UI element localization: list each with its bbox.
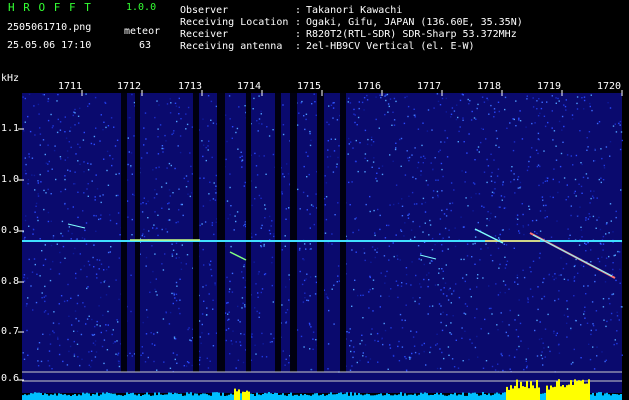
x-tick-label: 1716 <box>357 81 382 92</box>
location-value: Ogaki, Gifu, JAPAN (136.60E, 35.35N) <box>306 17 523 28</box>
antenna-value: 2el-HB9CV Vertical (el. E-W) <box>306 41 475 52</box>
y-unit-label: kHz <box>1 73 20 84</box>
colon: : <box>295 41 302 52</box>
x-tick-label: 1715 <box>297 81 322 92</box>
x-tick-label: 1711 <box>58 81 83 92</box>
spectrogram-canvas <box>18 90 623 400</box>
receiver-label: Receiver <box>180 29 229 40</box>
y-tick-label: 0.9 <box>1 225 20 236</box>
y-tick-label: 0.7 <box>1 326 20 337</box>
x-tick-label: 1714 <box>237 81 262 92</box>
y-tick-label: 1.0 <box>1 174 20 185</box>
gap-band <box>217 93 225 372</box>
gap-band <box>340 93 346 372</box>
app-version: 1.0.0 <box>126 2 157 13</box>
y-tick-label: 1.1 <box>1 123 20 134</box>
meteor-count: 63 <box>139 40 152 51</box>
observer-value: Takanori Kawachi <box>306 5 403 16</box>
colon: : <box>295 17 302 28</box>
gap-band <box>317 93 324 372</box>
gap-band <box>135 93 140 372</box>
observer-label: Observer <box>180 5 229 16</box>
receiver-value: R820T2(RTL-SDR) SDR-Sharp 53.372MHz <box>306 29 517 40</box>
hrofft-window: H R O F F T 1.0.0 2505061710.png meteor … <box>0 0 629 400</box>
location-label: Receiving Location <box>180 17 289 28</box>
x-tick-label: 1718 <box>477 81 502 92</box>
x-tick-label: 1713 <box>178 81 203 92</box>
x-tick-label: 1712 <box>117 81 142 92</box>
gap-band <box>246 93 251 372</box>
y-tick-label: 0.6 <box>1 373 20 384</box>
app-title: H R O F F T <box>8 1 92 14</box>
gap-band <box>193 93 199 372</box>
x-tick-label: 1717 <box>417 81 442 92</box>
colon: : <box>295 29 302 40</box>
gap-band <box>121 93 127 372</box>
x-tick-label: 1720 <box>597 81 622 92</box>
y-tick-label: 0.8 <box>1 276 20 287</box>
antenna-label: Receiving antenna <box>180 41 283 52</box>
colon: : <box>295 5 302 16</box>
gap-band <box>275 93 281 372</box>
x-tick-label: 1719 <box>537 81 562 92</box>
file-name: 2505061710.png <box>7 22 92 33</box>
date-time: 25.05.06 17:10 <box>7 40 92 51</box>
gap-band <box>290 93 297 372</box>
meteor-label: meteor <box>124 26 161 37</box>
